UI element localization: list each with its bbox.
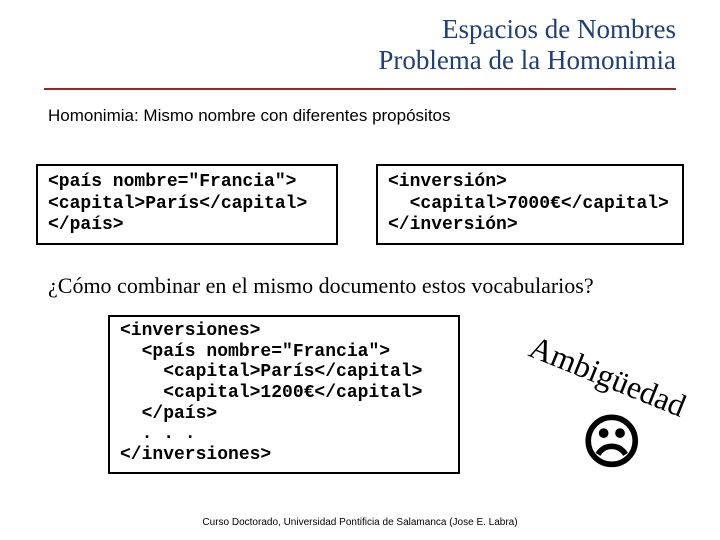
code-box-pais: <país nombre="Francia"> <capital>París</… [36, 164, 338, 245]
question-text: ¿Cómo combinar en el mismo documento est… [48, 273, 720, 299]
slide-title-block: Espacios de Nombres Problema de la Homon… [0, 0, 720, 82]
title-underline [44, 88, 676, 90]
code-box-combined: <inversiones> <país nombre="Francia"> <c… [108, 315, 460, 474]
slide-footer: Curso Doctorado, Universidad Pontificia … [0, 517, 720, 528]
title-line-2: Problema de la Homonimia [0, 45, 676, 76]
title-line-1: Espacios de Nombres [0, 14, 676, 45]
code-row: <país nombre="Francia"> <capital>París</… [36, 164, 720, 245]
code-box-inversion: <inversión> <capital>7000€</capital> </i… [376, 164, 684, 245]
subtitle: Homonimia: Mismo nombre con diferentes p… [48, 106, 720, 126]
sad-face-icon: ☹ [582, 414, 642, 472]
